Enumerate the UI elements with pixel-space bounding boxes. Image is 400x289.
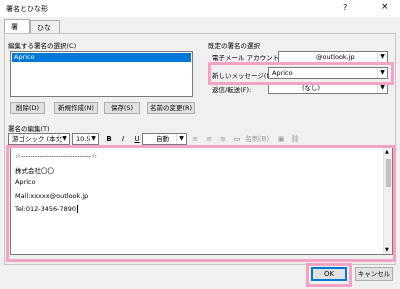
cancel-button[interactable]: キャンセル: [355, 267, 393, 281]
color-value: 自動: [156, 135, 169, 143]
align-left-icon[interactable]: ≡: [190, 133, 200, 145]
align-right-icon[interactable]: ≡: [218, 133, 228, 145]
chevron-down-icon[interactable]: ▼: [88, 134, 98, 144]
close-button[interactable]: ×: [381, 2, 389, 12]
signature-list[interactable]: Aprico: [10, 51, 193, 97]
font-size-select[interactable]: 10.5 ▼: [72, 133, 99, 145]
chevron-down-icon[interactable]: ▼: [377, 52, 387, 62]
tab-signature[interactable]: 署名: [4, 19, 30, 41]
rename-button[interactable]: 名前の変更(R): [147, 102, 195, 114]
signature-list-item[interactable]: Aprico: [12, 53, 191, 62]
edit-signature-label: 署名の編集(T): [8, 125, 50, 133]
bold-button[interactable]: B: [104, 133, 114, 145]
default-signature-label: 既定の署名の選択: [208, 42, 260, 50]
new-button[interactable]: 新規作成(N): [54, 102, 98, 114]
font-select[interactable]: 游ゴシック (本文 ▼: [8, 133, 70, 145]
hyperlink-icon[interactable]: ⛓: [290, 133, 300, 145]
chevron-down-icon[interactable]: ▼: [59, 134, 69, 144]
tab-stationery[interactable]: ひな形: [30, 20, 60, 42]
italic-button[interactable]: I: [118, 133, 128, 145]
font-value: 游ゴシック (本文: [12, 135, 63, 143]
color-select[interactable]: 自動 ▼: [142, 133, 187, 145]
business-card-button[interactable]: 名刺(B): [241, 133, 273, 145]
align-center-icon[interactable]: ≡: [204, 133, 214, 145]
signature-list-label: 編集する署名の選択(C): [8, 42, 77, 50]
picture-icon[interactable]: ▣: [276, 133, 286, 145]
underline-button[interactable]: U: [132, 133, 142, 145]
delete-button[interactable]: 削除(D): [10, 102, 45, 114]
email-account-value: @outlook.jp: [316, 53, 355, 61]
window-title: 署名とひな形: [6, 5, 48, 13]
chevron-down-icon[interactable]: ▼: [176, 134, 186, 144]
highlight-editor: [6, 145, 396, 262]
signatures-dialog: 署名とひな形 ? × 署名 ひな形 編集する署名の選択(C) Aprico 削除…: [0, 0, 400, 289]
save-button[interactable]: 保存(S): [104, 102, 140, 114]
reply-forward-label: 返信/転送(F):: [212, 86, 252, 94]
ok-button[interactable]: OK: [311, 267, 347, 281]
help-button[interactable]: ?: [343, 3, 347, 12]
reply-forward-value: (なし): [302, 84, 321, 92]
highlight-new-message: [208, 62, 394, 85]
title-bar: 署名とひな形 ? ×: [0, 0, 400, 17]
